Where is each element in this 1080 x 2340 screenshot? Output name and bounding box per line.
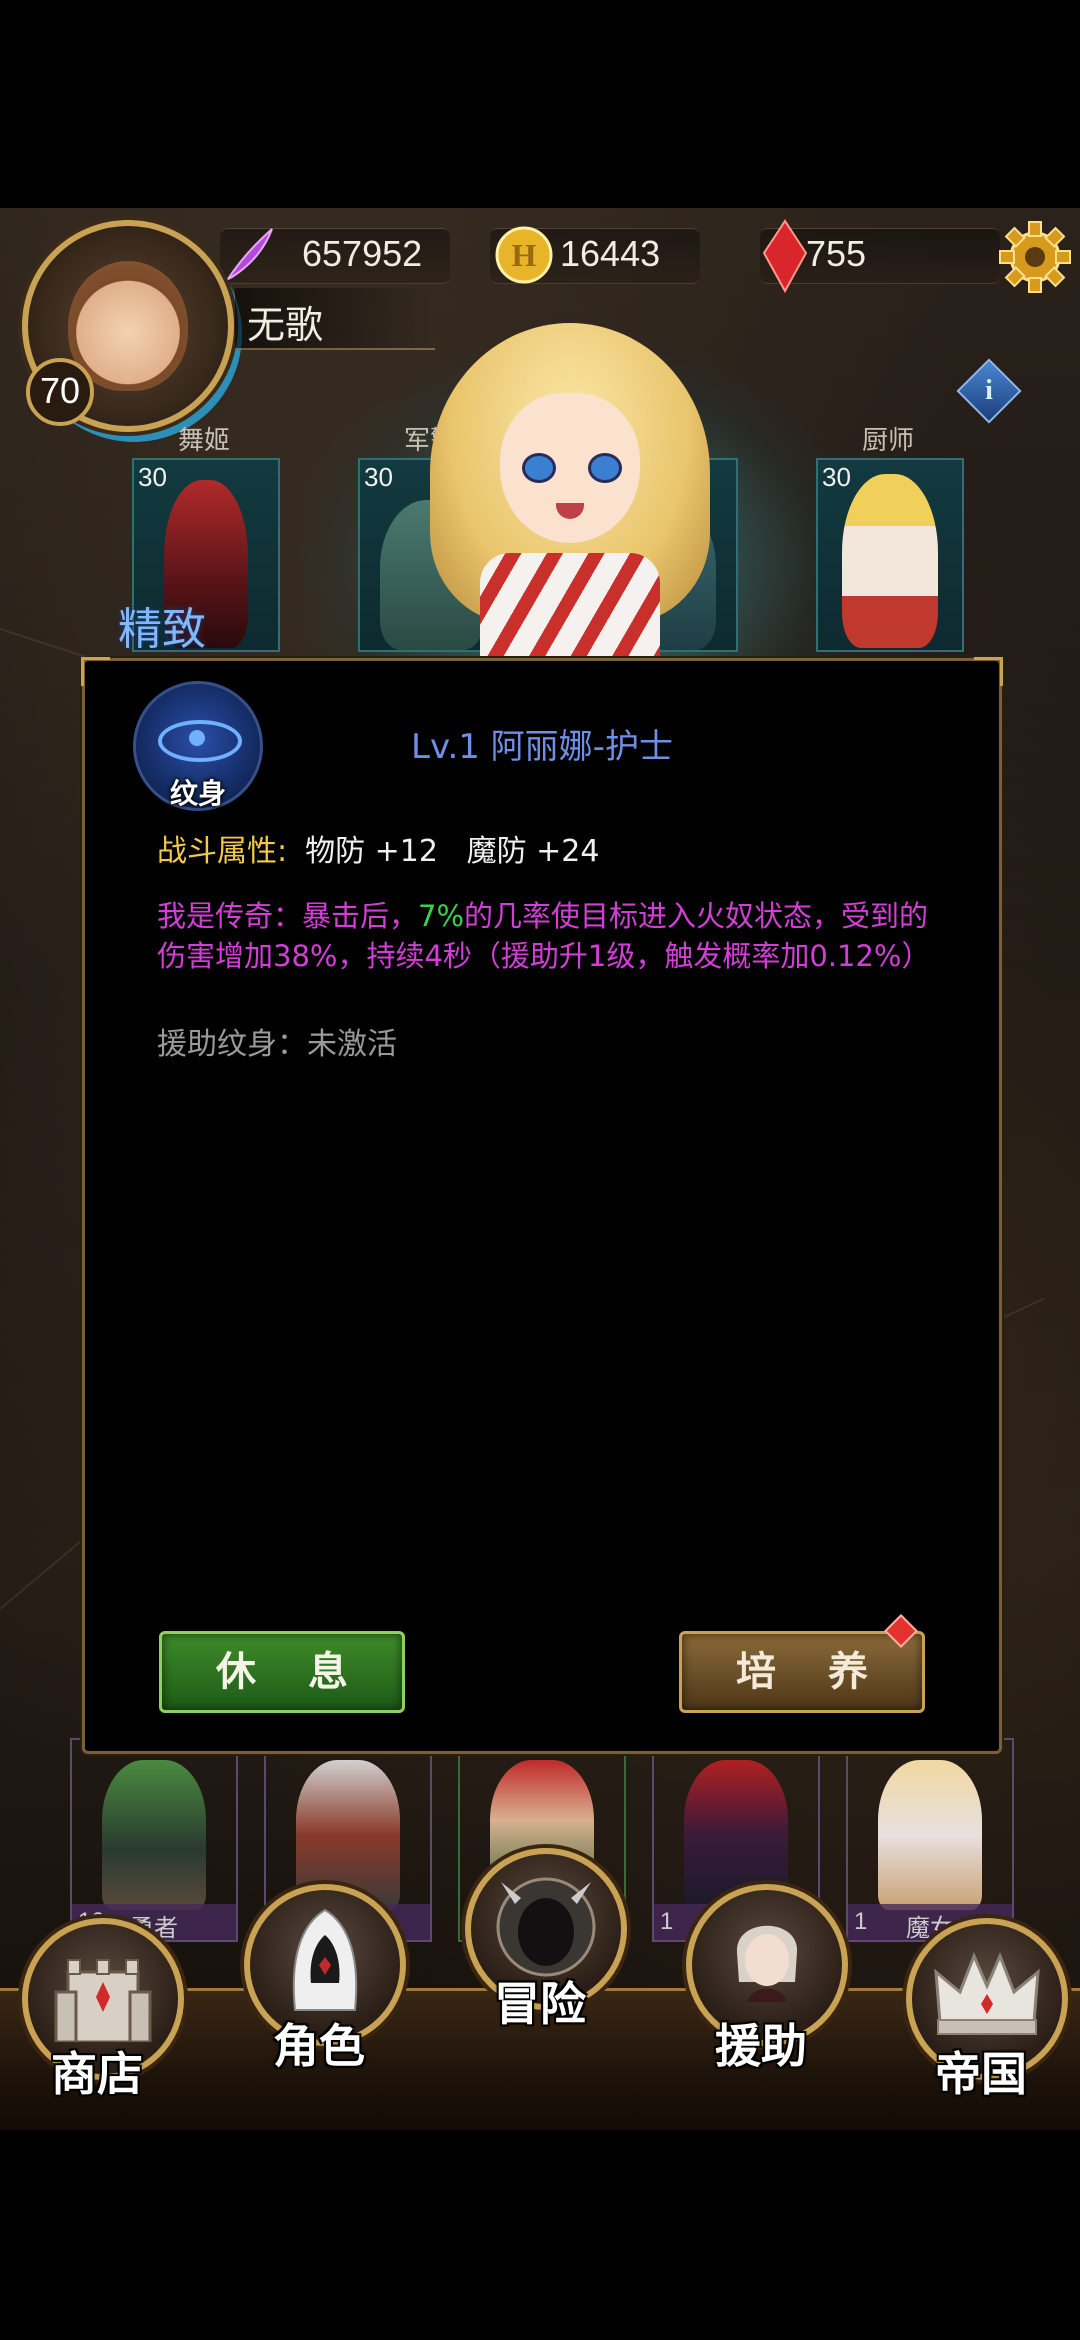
attr-label: 战斗属性: [157, 834, 288, 869]
assist-label: 援助 [715, 2019, 807, 2073]
heroine-eye [522, 453, 556, 483]
gold-coin-icon: H [495, 226, 553, 284]
info-icon[interactable]: i [956, 358, 1022, 424]
skill-description: 我是传奇：暴击后，7%的几率使目标进入火奴状态，受到的伤害增加38%，持续4秒（… [157, 896, 937, 976]
svg-text:H: H [512, 237, 537, 273]
stamina-value: 657952 [302, 233, 423, 274]
player-level-badge: 70 [26, 358, 94, 426]
bottom-card[interactable]: 1 魔女 [846, 1738, 1014, 1942]
popup-title: Lv.1 阿丽娜-护士 [411, 727, 673, 767]
rest-button[interactable]: 休息 [159, 1631, 405, 1713]
tattoo-label: 纹身 [169, 777, 226, 810]
assist-tattoo-status: 援助纹身：未激活 [157, 1027, 397, 1062]
card-role-label: 舞姬 [177, 426, 230, 456]
gold-value: 16443 [560, 233, 661, 274]
combat-attributes: 战斗属性: 物防 +12 魔防 +24 [157, 826, 599, 870]
adventure-label: 冒险 [494, 1977, 586, 2031]
player-name-box: 无歌 [235, 288, 435, 350]
stamina-counter[interactable]: 657952 [220, 228, 450, 284]
empire-label: 帝国 [935, 2047, 1027, 2101]
train-button[interactable]: 培养 [679, 1631, 925, 1713]
heroine-character [430, 323, 710, 668]
character-portrait [878, 1760, 982, 1910]
popup-corner [974, 657, 1003, 686]
bottom-card[interactable]: 10 勇者 [70, 1738, 238, 1942]
gem-counter[interactable]: 755 [760, 219, 1000, 293]
heroine-mouth [556, 503, 584, 519]
card-level: 30 [364, 462, 393, 492]
character-label: 角色 [273, 2019, 365, 2073]
hooded-figure-icon [292, 1908, 358, 2011]
character-portrait [102, 1760, 206, 1910]
character-portrait [842, 474, 938, 648]
gold-counter[interactable]: H 16443 [490, 226, 700, 284]
heroine-outfit [480, 553, 660, 668]
shop-label: 商店 [51, 2047, 143, 2101]
game-screen: 657952 H 16443 755 70 无歌 i 舞姬 30 军警 30 厨… [0, 208, 1080, 2130]
dungeon-gate-icon [496, 1877, 596, 1977]
purple-feather-icon [225, 228, 273, 282]
card-role-label: 厨师 [861, 426, 914, 456]
castle-icon [54, 1959, 152, 2042]
heroine-face [500, 393, 640, 543]
card-level: 30 [822, 462, 851, 492]
red-crystal-icon [762, 219, 808, 293]
skill-text-part: 我是传奇：暴击后， [157, 899, 419, 933]
card-frame: 30 [816, 458, 964, 652]
heroine-eye [588, 453, 622, 483]
attr-values: 物防 +12 魔防 +24 [305, 834, 600, 869]
popup-corner [81, 657, 110, 686]
tattoo-detail-popup: 纹身 Lv.1 阿丽娜-护士 战斗属性: 物防 +12 魔防 +24 我是传奇：暴… [81, 657, 1003, 1754]
assistant-portrait-icon [736, 1925, 798, 2002]
gear-icon[interactable] [998, 220, 1072, 294]
card-level: 30 [138, 462, 167, 492]
skill-highlight: 7% [418, 899, 465, 933]
crown-icon [934, 1952, 1040, 2035]
gem-value: 755 [806, 233, 867, 274]
player-name: 无歌 [247, 303, 324, 347]
quality-label: 精致 [118, 604, 206, 655]
